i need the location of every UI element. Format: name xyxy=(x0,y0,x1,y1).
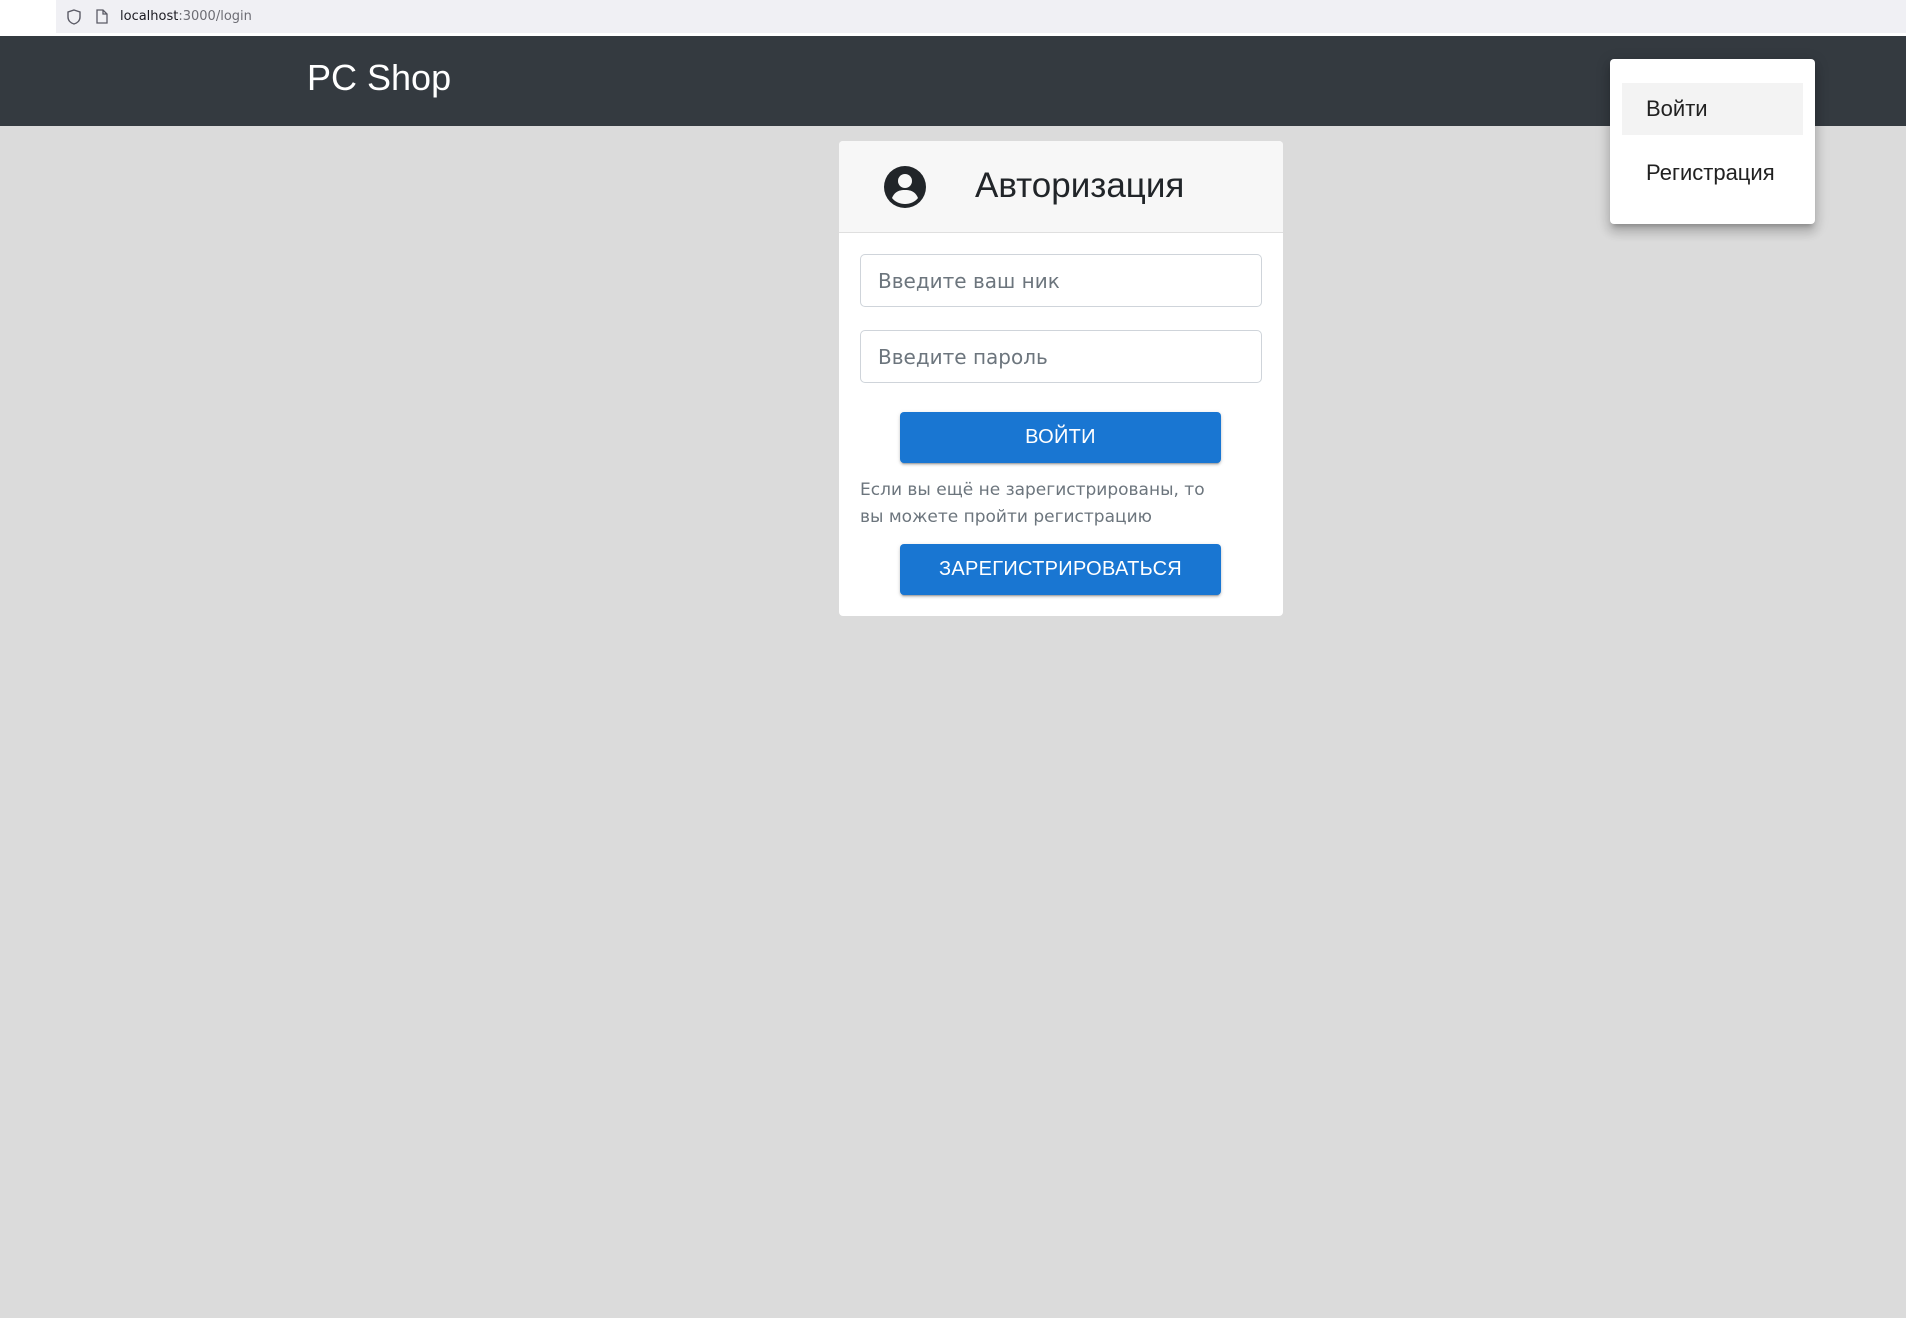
brand-logo[interactable]: PC Shop xyxy=(307,60,451,96)
address-bar[interactable]: localhost:3000/login xyxy=(56,0,1906,33)
auth-title: Авторизация xyxy=(975,166,1185,205)
menu-item-login[interactable]: Войти xyxy=(1622,83,1803,135)
password-input[interactable] xyxy=(860,330,1262,383)
auth-card-header: Авторизация xyxy=(839,141,1283,233)
register-button[interactable]: ЗАРЕГИСТРИРОВАТЬСЯ xyxy=(900,544,1221,595)
nickname-input[interactable] xyxy=(860,254,1262,307)
menu-item-register[interactable]: Регистрация xyxy=(1622,147,1803,199)
browser-toolbar: localhost:3000/login xyxy=(0,0,1906,36)
url-host: localhost xyxy=(120,9,179,24)
account-dropdown-menu: Войти Регистрация xyxy=(1610,59,1815,224)
auth-card: Авторизация ВОЙТИ Если вы ещё не зарегис… xyxy=(839,141,1283,616)
url-text[interactable]: localhost:3000/login xyxy=(120,9,252,24)
page-icon[interactable] xyxy=(92,7,112,27)
url-path: :3000/login xyxy=(178,9,252,24)
login-button[interactable]: ВОЙТИ xyxy=(900,412,1221,463)
shield-icon[interactable] xyxy=(64,7,84,27)
account-circle-icon xyxy=(883,165,927,209)
register-hint: Если вы ещё не зарегистрированы, то вы м… xyxy=(860,480,1205,527)
